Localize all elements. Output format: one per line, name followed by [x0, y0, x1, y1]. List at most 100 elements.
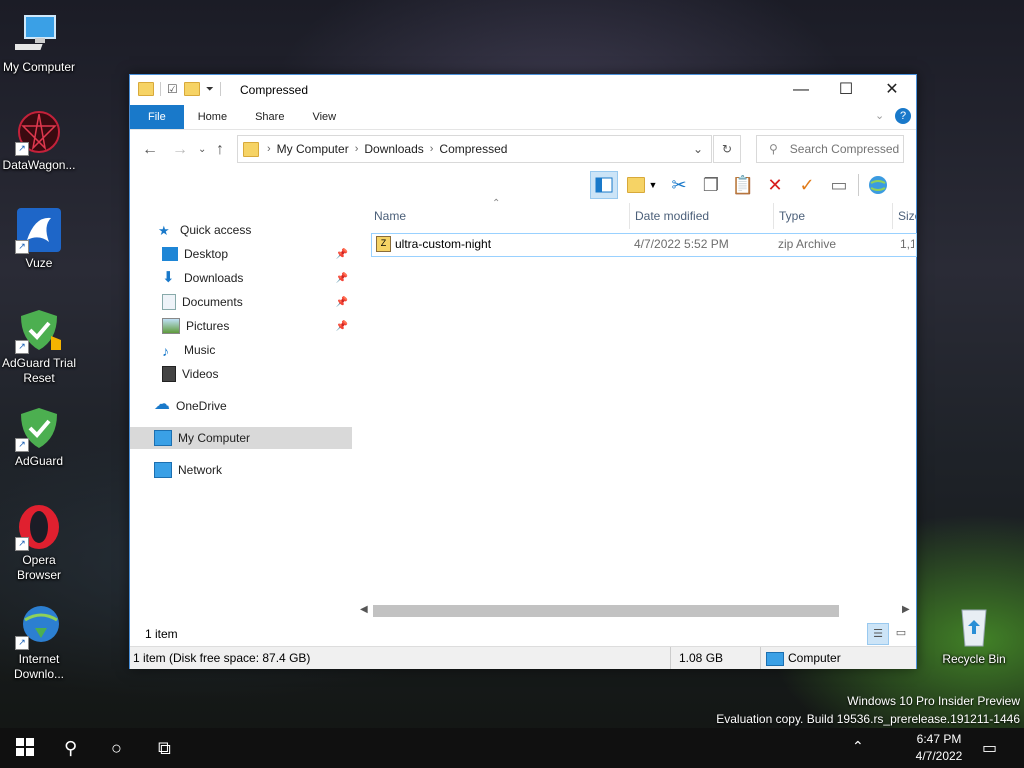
tab-view[interactable]: View: [298, 105, 350, 129]
forward-arrow-icon[interactable]: →: [172, 141, 188, 159]
nav-my-computer[interactable]: My Computer: [130, 427, 352, 449]
download-arrow-icon: ⬇: [162, 269, 175, 286]
properties-icon[interactable]: ☑: [167, 82, 178, 96]
help-icon[interactable]: ?: [895, 108, 911, 124]
desktop-icon-datawagon[interactable]: ↗ DataWagon...: [1, 108, 77, 173]
file-date: 4/7/2022 5:52 PM: [634, 237, 729, 251]
breadcrumb-downloads[interactable]: Downloads: [358, 142, 429, 156]
file-list[interactable]: ⌃ Name Date modified Type Size Z ultra-c…: [356, 198, 917, 613]
computer-icon: [154, 430, 172, 446]
computer-icon: [12, 10, 63, 58]
pin-icon[interactable]: 📌: [336, 297, 348, 308]
explorer-window[interactable]: ☑ ⏷ Compressed — ☐ ✕ File Home Share Vie…: [129, 74, 917, 669]
minimize-button[interactable]: —: [778, 75, 824, 105]
desktop-icon-label: DataWagon...: [2, 158, 76, 172]
scroll-right-icon[interactable]: ▶: [902, 604, 910, 615]
cortana-circle-icon[interactable]: ○: [111, 738, 122, 759]
ribbon-tabs: File Home Share View ⌄ ?: [130, 105, 916, 130]
pin-icon[interactable]: 📌: [336, 249, 348, 260]
refresh-icon: ↻: [721, 142, 733, 156]
breadcrumb-my-computer[interactable]: My Computer: [271, 142, 355, 156]
shortcut-arrow-icon: ↗: [15, 537, 29, 551]
details-view-icon[interactable]: ☰: [867, 623, 889, 645]
address-dropdown-chevron-icon[interactable]: ⌄: [693, 142, 703, 156]
nav-quick-access[interactable]: ★ Quick access: [130, 219, 352, 241]
clock-time[interactable]: 6:47 PM: [910, 732, 968, 746]
command-toolbar: ▼ ✂ ❐ 📋 ✕ ✓ ▭: [590, 171, 891, 199]
notifications-icon[interactable]: ▭: [982, 738, 997, 758]
search-box[interactable]: ⚲: [756, 135, 904, 163]
tab-file[interactable]: File: [130, 105, 184, 129]
desktop-icon-label: Vuze: [25, 256, 53, 270]
title-bar[interactable]: ☑ ⏷ Compressed — ☐ ✕: [130, 75, 916, 105]
quick-access-toolbar: ☑ ⏷: [138, 82, 221, 96]
nav-downloads[interactable]: ⬇ Downloads 📌: [130, 267, 352, 289]
adguard-shield-icon: ↗: [15, 306, 63, 354]
desktop-icon-recycle-bin[interactable]: Recycle Bin: [936, 602, 1012, 667]
nav-network[interactable]: Network: [130, 459, 352, 481]
scroll-left-icon[interactable]: ◀: [360, 604, 368, 615]
ribbon-expand-chevron-icon[interactable]: ⌄: [875, 109, 884, 122]
search-input[interactable]: [787, 141, 902, 157]
desktop-icon-internet-download-manager[interactable]: ↗ Internet Downlo...: [1, 602, 77, 682]
copy-icon[interactable]: ❐: [698, 172, 724, 198]
show-hidden-icons-chevron-icon[interactable]: ⌃: [852, 738, 864, 755]
nav-music[interactable]: ♪ Music: [130, 339, 352, 361]
windows-start-icon[interactable]: [16, 738, 34, 761]
nav-documents[interactable]: Documents 📌: [130, 291, 352, 313]
window-title: Compressed: [240, 83, 309, 97]
maximize-button[interactable]: ☐: [823, 75, 869, 105]
properties-icon[interactable]: ▭: [826, 172, 852, 198]
search-icon: ⚲: [769, 142, 778, 156]
nav-pictures[interactable]: Pictures 📌: [130, 315, 352, 337]
back-arrow-icon[interactable]: ←: [142, 141, 158, 159]
desktop-icon-my-computer[interactable]: My Computer: [1, 10, 77, 75]
nav-onedrive[interactable]: ☁ OneDrive: [130, 395, 352, 417]
new-folder-icon[interactable]: [183, 82, 200, 96]
rename-check-icon[interactable]: ✓: [794, 172, 820, 198]
customize-qat-icon[interactable]: ⏷: [206, 84, 214, 95]
desktop-icon-label: Internet Downlo...: [13, 652, 65, 681]
column-header-date[interactable]: Date modified: [629, 203, 774, 229]
column-header-size[interactable]: Size: [892, 203, 916, 229]
cut-icon[interactable]: ✂: [666, 172, 692, 198]
shortcut-arrow-icon: ↗: [15, 142, 29, 156]
close-button[interactable]: ✕: [869, 75, 915, 105]
task-view-icon[interactable]: ⧉: [158, 738, 171, 759]
pin-icon[interactable]: 📌: [336, 321, 348, 332]
paste-icon[interactable]: 📋: [730, 172, 756, 198]
up-arrow-icon[interactable]: ↑: [216, 141, 224, 159]
datawagon-icon: ↗: [15, 108, 63, 156]
clock-date[interactable]: 4/7/2022: [910, 749, 968, 763]
desktop-icon-opera[interactable]: ↗ Opera Browser: [1, 503, 77, 583]
desktop-icon-adguard[interactable]: ↗ AdGuard: [1, 404, 77, 469]
column-header-name[interactable]: Name: [368, 203, 630, 229]
desktop-icon-label: AdGuard Trial Reset: [1, 356, 77, 385]
nav-videos[interactable]: Videos: [130, 363, 352, 385]
star-icon: ★: [158, 223, 170, 238]
column-header-type[interactable]: Type: [773, 203, 893, 229]
tab-home[interactable]: Home: [184, 105, 241, 129]
pin-icon[interactable]: 📌: [336, 273, 348, 284]
recent-locations-chevron-icon[interactable]: ⌄: [198, 144, 206, 155]
adguard-shield-icon: ↗: [15, 404, 63, 452]
desktop-icon-adguard-trial-reset[interactable]: ↗ AdGuard Trial Reset: [1, 306, 77, 386]
new-item-icon[interactable]: ▼: [624, 172, 660, 198]
address-bar[interactable]: › My Computer › Downloads › Compressed ⌄: [237, 135, 712, 163]
desktop-icon-vuze[interactable]: ↗ Vuze: [1, 206, 77, 271]
horizontal-scrollbar[interactable]: ◀ ▶: [356, 602, 916, 619]
globe-icon[interactable]: [865, 172, 891, 198]
scrollbar-thumb[interactable]: [373, 605, 839, 617]
nav-desktop[interactable]: Desktop 📌: [130, 243, 352, 265]
status-location: Computer: [788, 651, 841, 665]
search-icon[interactable]: ⚲: [64, 738, 77, 759]
large-icons-view-icon[interactable]: ▭: [891, 623, 911, 643]
tab-share[interactable]: Share: [241, 105, 298, 129]
refresh-button[interactable]: ↻: [713, 135, 741, 163]
delete-icon[interactable]: ✕: [762, 172, 788, 198]
table-row[interactable]: Z ultra-custom-night 4/7/2022 5:52 PM zi…: [371, 233, 917, 257]
file-size: 1,1: [900, 237, 914, 251]
vuze-frog-icon: ↗: [15, 206, 63, 254]
breadcrumb-compressed[interactable]: Compressed: [433, 142, 513, 156]
preview-pane-icon[interactable]: [590, 171, 618, 199]
